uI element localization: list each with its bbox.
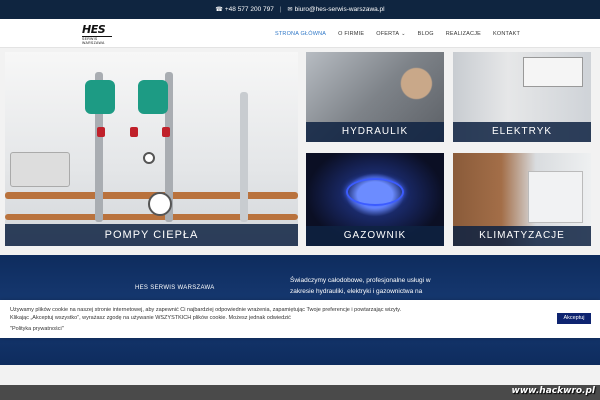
logo-mark: HES [82, 23, 106, 36]
main-navigation: HES SERWIS WARSZAWA Strona główna O firm… [0, 19, 600, 48]
ac-unit [528, 171, 583, 223]
gas-flame-ring [346, 178, 404, 206]
gauge-decoration [143, 152, 155, 164]
tile-label: POMPY CIEPŁA [5, 224, 298, 246]
cookie-consent-bar: Używamy plików cookie na naszej stronie … [0, 300, 600, 338]
nav-item-offer-label: Oferta [376, 30, 400, 37]
tile-electrician[interactable]: ELEKTRYK [453, 52, 591, 142]
pipe-decoration [5, 214, 298, 220]
chevron-down-icon: ⌄ [401, 30, 406, 37]
tile-label: GAZOWNIK [306, 226, 444, 246]
cookie-text: Używamy plików cookie na naszej stronie … [10, 307, 402, 321]
tile-heat-pumps[interactable]: POMPY CIEPŁA [5, 52, 298, 246]
site-logo[interactable]: HES SERWIS WARSZAWA [82, 23, 112, 45]
nav-item-about[interactable]: O firmie [338, 31, 364, 37]
company-name: HES SERWIS WARSZAWA [135, 285, 215, 291]
logo-subtitle: SERWIS WARSZAWA [82, 36, 112, 45]
tile-label: HYDRAULIK [306, 122, 444, 142]
watermark: www.hackwro.pl [511, 386, 595, 396]
nav-item-offer[interactable]: Oferta ⌄ [376, 31, 405, 37]
nav-item-realizations[interactable]: Realizacje [446, 31, 481, 37]
valve-decoration [130, 127, 138, 137]
phone-contact[interactable]: ☎ +48 577 200 797 [215, 6, 273, 13]
tile-label: KLIMATYZACJE [453, 226, 591, 246]
nav-item-contact[interactable]: Kontakt [493, 31, 520, 37]
phone-number: +48 577 200 797 [224, 6, 274, 13]
email-contact[interactable]: ✉ biuro@hes-serwis-warszawa.pl [288, 6, 385, 13]
tile-label: ELEKTRYK [453, 122, 591, 142]
gauge-decoration [148, 192, 172, 216]
privacy-policy-link[interactable]: "Polityka prywatności" [10, 326, 64, 332]
pipe-decoration [240, 92, 248, 222]
nav-item-blog[interactable]: Blog [418, 31, 434, 37]
nav-item-home[interactable]: Strona główna [275, 31, 326, 37]
nav-menu: Strona główna O firmie Oferta ⌄ Blog Real… [275, 19, 520, 48]
accept-cookies-button[interactable]: Akceptuj [557, 313, 591, 324]
tile-air-conditioning[interactable]: KLIMATYZACJE [453, 153, 591, 246]
phone-icon: ☎ [215, 7, 223, 13]
top-contact-bar: ☎ +48 577 200 797 | ✉ biuro@hes-serwis-war… [0, 0, 600, 19]
contact-separator: | [279, 6, 282, 13]
email-address: biuro@hes-serwis-warszawa.pl [294, 6, 385, 13]
tile-plumber[interactable]: HYDRAULIK [306, 52, 444, 142]
pump-decoration [85, 80, 115, 114]
electrical-panel [523, 57, 583, 87]
tile-gas-fitter[interactable]: GAZOWNIK [306, 153, 444, 246]
footer-strip: www.hackwro.pl [0, 385, 600, 400]
envelope-icon: ✉ [287, 7, 293, 13]
pump-decoration [138, 80, 168, 114]
company-description: Świadczymy całodobowe, profesjonalne usł… [290, 277, 431, 295]
valve-decoration [97, 127, 105, 137]
valve-decoration [162, 127, 170, 137]
pump-controller [10, 152, 70, 187]
